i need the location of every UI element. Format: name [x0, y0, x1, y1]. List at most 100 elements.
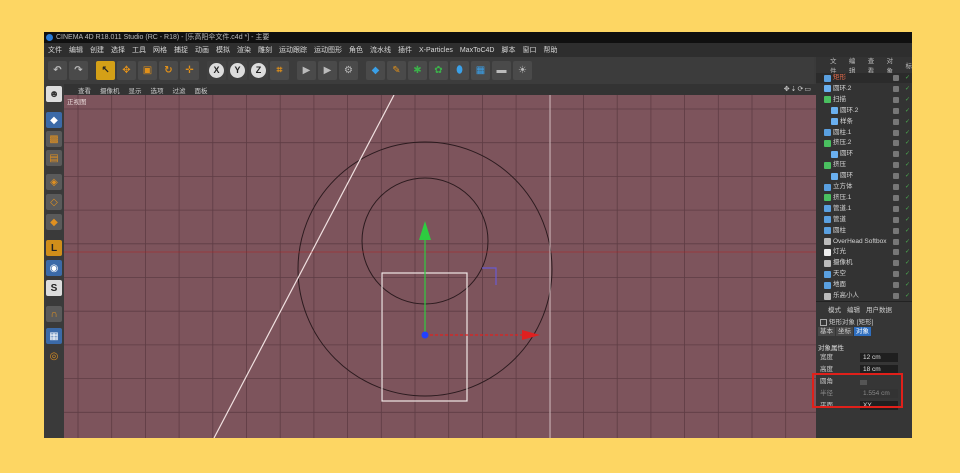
enabled-check-icon[interactable]: ✓ — [901, 293, 910, 299]
enabled-check-icon[interactable]: ✓ — [901, 130, 910, 136]
magnet-icon[interactable]: ∩ — [46, 306, 62, 322]
viewport-menu-view[interactable]: 查看 — [78, 85, 91, 95]
object-list-item[interactable]: 矩形 ✓ — [816, 73, 912, 83]
visibility-toggle-icon[interactable] — [893, 249, 899, 256]
visibility-toggle-icon[interactable] — [893, 238, 899, 245]
menu-item-4[interactable]: 工具 — [132, 45, 146, 55]
menu-item-7[interactable]: 动画 — [195, 45, 209, 55]
visibility-toggle-icon[interactable] — [893, 227, 899, 234]
visibility-toggle-icon[interactable] — [893, 75, 899, 81]
menu-item-1[interactable]: 编辑 — [69, 45, 83, 55]
menu-item-18[interactable]: 脚本 — [501, 45, 515, 55]
enabled-check-icon[interactable]: ✓ — [901, 97, 910, 103]
plane-select[interactable]: XY — [860, 401, 898, 410]
visibility-toggle-icon[interactable] — [893, 271, 899, 278]
menu-item-14[interactable]: 流水线 — [370, 45, 391, 55]
edges-mode-icon[interactable]: ◇ — [46, 194, 62, 210]
rotate-tool-icon[interactable]: ↻ — [159, 61, 178, 80]
viewport-menu-panel[interactable]: 面板 — [195, 85, 208, 95]
object-list-item[interactable]: OverHead Softbox ✓ — [816, 237, 912, 247]
viewport-nav-icons[interactable]: ✥⇣⟳▭ — [784, 85, 812, 93]
attr-menu-userdata[interactable]: 用户数据 — [866, 304, 892, 314]
scale-tool-icon[interactable]: ▣ — [138, 61, 157, 80]
tab-basic[interactable]: 基本 — [818, 327, 835, 336]
make-editable-icon[interactable]: ☻ — [46, 86, 62, 102]
object-list-item[interactable]: 圆环.2 ✓ — [816, 106, 912, 116]
snap-icon[interactable]: S — [46, 280, 62, 296]
undo-icon[interactable]: ↶ — [48, 61, 67, 80]
object-list-item[interactable]: 样条 ✓ — [816, 117, 912, 127]
visibility-toggle-icon[interactable] — [893, 282, 899, 289]
subdivision-surface-icon[interactable]: ✱ — [408, 61, 427, 80]
menu-item-15[interactable]: 插件 — [398, 45, 412, 55]
object-list-item[interactable]: 乐高小人 ✓ — [816, 291, 912, 301]
workplane-icon[interactable]: ▤ — [46, 150, 62, 166]
x-axis-lock-button[interactable]: X — [207, 61, 226, 80]
visibility-toggle-icon[interactable] — [893, 151, 899, 158]
object-list-item[interactable]: 立方体 ✓ — [816, 182, 912, 192]
menu-item-17[interactable]: MaxToC4D — [460, 47, 495, 54]
tab-object[interactable]: 对象 — [854, 327, 871, 336]
menu-item-20[interactable]: 帮助 — [543, 45, 557, 55]
enabled-check-icon[interactable]: ✓ — [901, 217, 910, 223]
visibility-toggle-icon[interactable] — [893, 85, 899, 92]
points-mode-icon[interactable]: ◈ — [46, 174, 62, 190]
cube-object-icon[interactable]: ◆ — [366, 61, 385, 80]
enabled-check-icon[interactable]: ✓ — [901, 86, 910, 92]
visibility-toggle-icon[interactable] — [893, 118, 899, 125]
viewport-menu-filter[interactable]: 过滤 — [173, 85, 186, 95]
menu-item-16[interactable]: X-Particles — [419, 47, 453, 54]
object-list-item[interactable]: 圆环 ✓ — [816, 171, 912, 181]
object-list-item[interactable]: 挤压.1 ✓ — [816, 193, 912, 203]
menu-item-3[interactable]: 选择 — [111, 45, 125, 55]
object-list-item[interactable]: 扫描 ✓ — [816, 95, 912, 105]
visibility-toggle-icon[interactable] — [893, 173, 899, 180]
object-list-item[interactable]: 挤压 ✓ — [816, 160, 912, 170]
visibility-toggle-icon[interactable] — [893, 96, 899, 103]
object-manager-tab-1[interactable]: 编辑 — [849, 55, 860, 75]
object-list-item[interactable]: 管道.1 ✓ — [816, 204, 912, 214]
enabled-check-icon[interactable]: ✓ — [901, 75, 910, 81]
object-manager-tab-0[interactable]: 文件 — [830, 55, 841, 75]
render-to-picture-viewer-icon[interactable]: ▶ — [318, 61, 337, 80]
menu-item-12[interactable]: 运动图形 — [314, 45, 342, 55]
object-list-item[interactable]: 管道 ✓ — [816, 215, 912, 225]
menu-item-13[interactable]: 角色 — [349, 45, 363, 55]
light-icon[interactable]: ☀ — [513, 61, 532, 80]
lock-workplane-icon[interactable]: ▦ — [46, 328, 62, 344]
attr-menu-mode[interactable]: 模式 — [828, 304, 841, 314]
object-list-item[interactable]: 摄像机 ✓ — [816, 258, 912, 268]
axis-mode-icon[interactable]: L — [46, 240, 62, 256]
visibility-toggle-icon[interactable] — [893, 216, 899, 223]
polygons-mode-icon[interactable]: ◆ — [46, 214, 62, 230]
visibility-toggle-icon[interactable] — [893, 184, 899, 190]
render-view-icon[interactable]: ▶ — [297, 61, 316, 80]
tab-coord[interactable]: 坐标 — [836, 327, 853, 336]
object-list-item[interactable]: 挤压.2 ✓ — [816, 138, 912, 148]
live-selection-icon[interactable]: ↖ — [96, 61, 115, 80]
menu-item-5[interactable]: 网格 — [153, 45, 167, 55]
enabled-check-icon[interactable]: ✓ — [901, 249, 910, 255]
object-list-item[interactable]: 天空 ✓ — [816, 269, 912, 279]
visibility-toggle-icon[interactable] — [893, 107, 899, 114]
enabled-check-icon[interactable]: ✓ — [901, 162, 910, 168]
coordinate-system-icon[interactable]: ⌗ — [270, 61, 289, 80]
deformer-icon[interactable]: ⬮ — [450, 61, 469, 80]
object-list-item[interactable]: 圆柱.1 ✓ — [816, 128, 912, 138]
recent-tool-icon[interactable]: ✛ — [180, 61, 199, 80]
pen-spline-icon[interactable]: ✎ — [387, 61, 406, 80]
menu-item-0[interactable]: 文件 — [48, 45, 62, 55]
viewport-canvas[interactable] — [64, 95, 816, 438]
enabled-check-icon[interactable]: ✓ — [901, 206, 910, 212]
height-field[interactable]: 18 cm — [860, 365, 898, 374]
enabled-check-icon[interactable]: ✓ — [901, 239, 910, 245]
tweak-mode-icon[interactable]: ◉ — [46, 260, 62, 276]
menu-item-11[interactable]: 运动跟踪 — [279, 45, 307, 55]
menu-item-19[interactable]: 窗口 — [522, 45, 536, 55]
object-manager-tab-4[interactable]: 标 — [906, 60, 913, 70]
viewport-menu-options[interactable]: 选项 — [151, 85, 164, 95]
camera-icon[interactable]: ▬ — [492, 61, 511, 80]
object-list-item[interactable]: 地面 ✓ — [816, 280, 912, 290]
attr-menu-edit[interactable]: 编辑 — [847, 304, 860, 314]
menu-item-2[interactable]: 创建 — [90, 45, 104, 55]
